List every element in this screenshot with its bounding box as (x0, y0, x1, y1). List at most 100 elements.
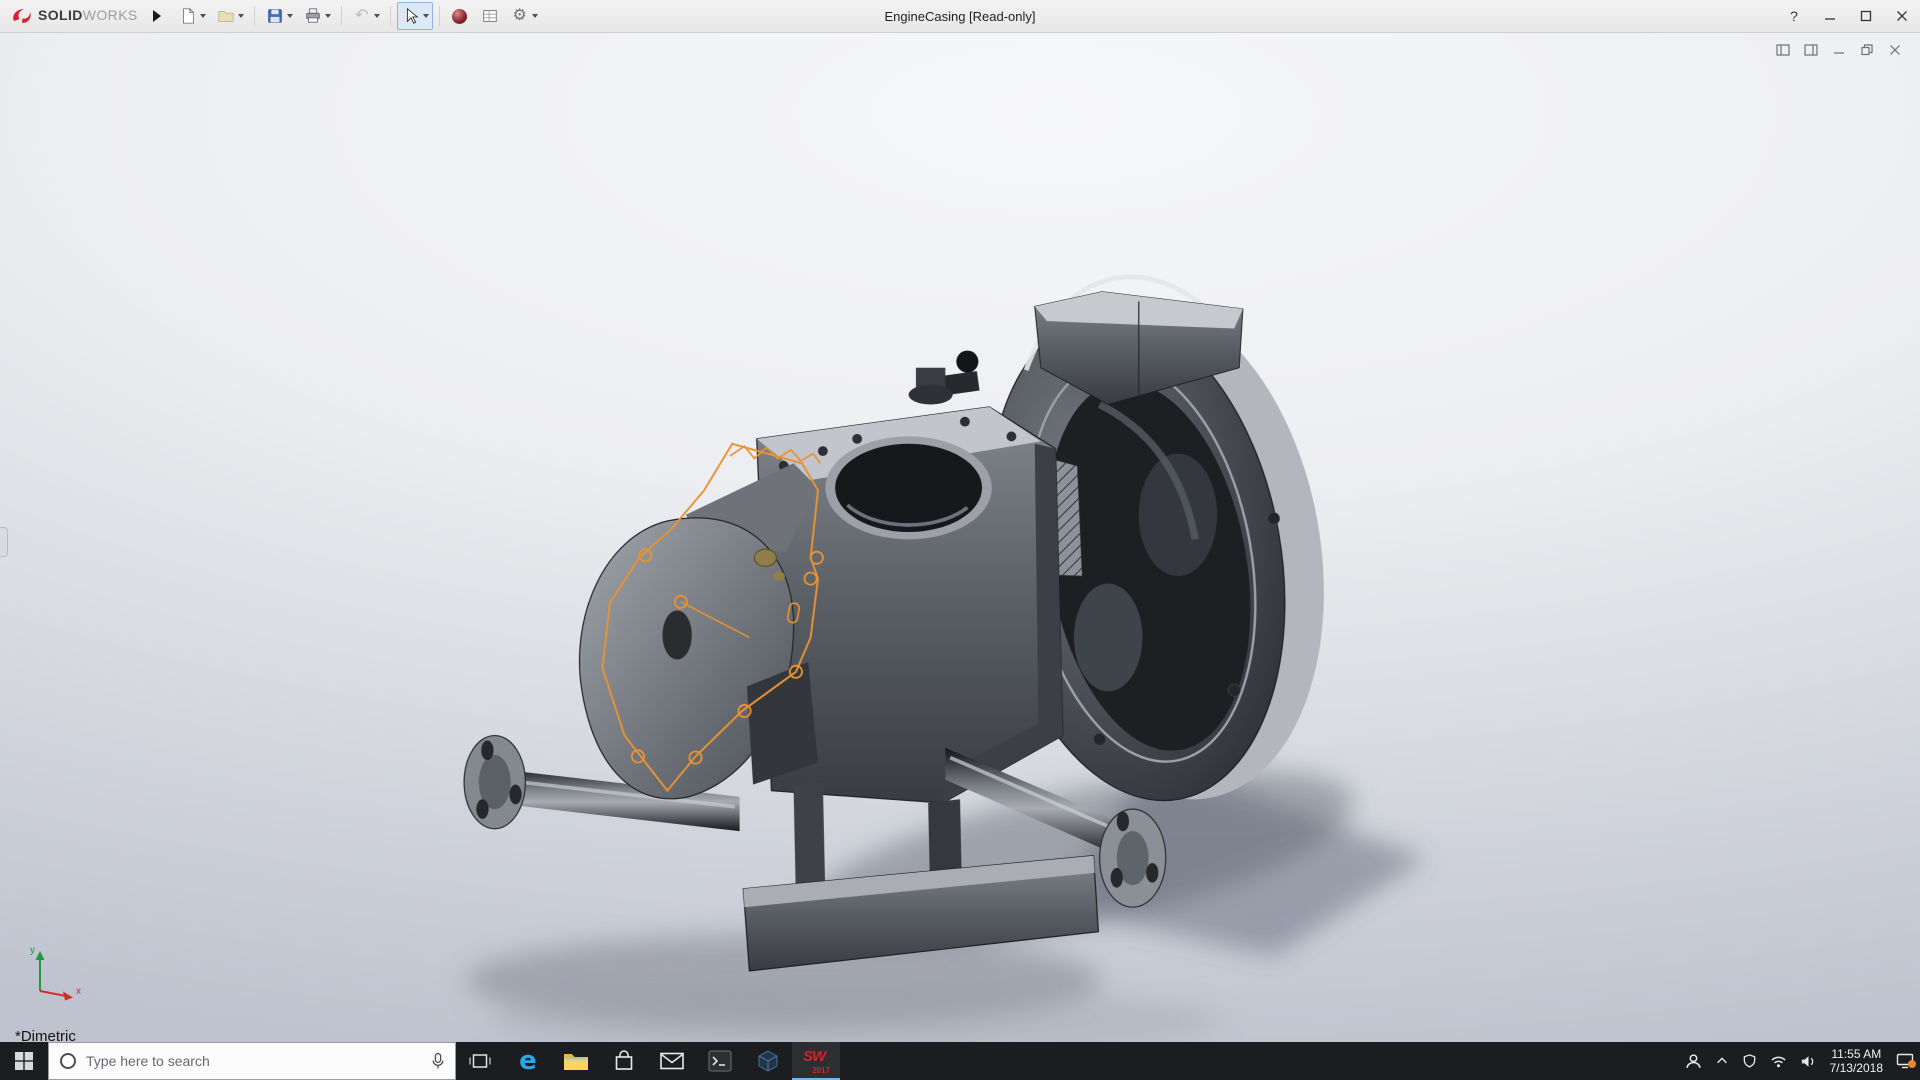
solidworks-2017-icon: SW 2017 (803, 1048, 830, 1075)
people-tray-button[interactable] (1685, 1053, 1702, 1070)
toolbar-separator (389, 6, 391, 26)
ds-swoosh-icon (13, 9, 31, 23)
toolbar-separator (253, 6, 255, 26)
network-tray-button[interactable] (1770, 1054, 1787, 1069)
print-button[interactable] (299, 2, 335, 30)
undo-icon: ↶ (354, 7, 369, 24)
tray-clock[interactable]: 11:55 AM 7/13/2018 (1830, 1047, 1883, 1075)
new-document-button[interactable] (174, 2, 210, 30)
select-cursor-icon (401, 6, 421, 26)
chevron-up-icon (1716, 1057, 1727, 1064)
dropdown-caret-icon (199, 14, 206, 18)
save-button[interactable] (261, 2, 297, 30)
close-button[interactable] (1884, 0, 1920, 32)
maximize-button[interactable] (1848, 0, 1884, 32)
undo-button[interactable]: ↶ (348, 2, 384, 30)
doc-minimize-icon (1834, 52, 1844, 54)
hidden-icons-button[interactable] (1715, 1054, 1729, 1068)
clock-date: 7/13/2018 (1829, 1061, 1883, 1075)
y-axis-arrowhead (35, 951, 45, 960)
command-prompt-icon (708, 1050, 732, 1072)
minimize-icon (1825, 18, 1835, 20)
task-view-icon (469, 1054, 491, 1068)
left-cover-plate[interactable] (578, 463, 818, 800)
dropdown-caret-icon (237, 14, 244, 18)
toolbar-separator (340, 6, 342, 26)
select-tool-button[interactable] (396, 2, 433, 30)
doc-close-icon (1890, 45, 1900, 55)
toolbar-flyout-button[interactable] (148, 5, 166, 27)
taskbar-app-edge[interactable]: e (504, 1042, 552, 1080)
document-title: EngineCasing [Read-only] (884, 8, 1036, 24)
speaker-icon (1801, 1055, 1813, 1067)
notification-badge (1908, 1060, 1916, 1068)
titlebar: SOLIDWORKS ↶ ⚙ EngineCasing [Read-only] … (0, 0, 1920, 33)
save-floppy-icon (265, 6, 285, 26)
task-view-button[interactable] (456, 1042, 504, 1080)
person-icon (1685, 1053, 1701, 1068)
dropdown-caret-icon (286, 14, 293, 18)
taskbar-app-file-explorer[interactable] (552, 1042, 600, 1080)
options-button[interactable]: ⚙ (506, 2, 542, 30)
taskpane-collapsed-handle[interactable] (0, 527, 8, 558)
new-document-icon (178, 6, 198, 26)
sheet-grid-icon (480, 6, 500, 26)
taskbar-app-edrawings[interactable] (744, 1042, 792, 1080)
edge-icon: e (519, 1046, 537, 1076)
x-axis-arrowhead (63, 991, 73, 1001)
graphics-viewport[interactable]: y x *Dimetric (0, 33, 1920, 1042)
toolbar-separator (438, 6, 440, 26)
appearances-button[interactable] (446, 2, 474, 30)
help-button[interactable]: ? (1776, 0, 1812, 32)
flyout-arrow-icon (152, 10, 161, 22)
maximize-icon (1860, 10, 1872, 22)
shield-icon (1743, 1054, 1755, 1068)
taskbar-app-mail[interactable] (648, 1042, 696, 1080)
windows-taskbar: e (0, 1042, 1920, 1080)
taskbar-search[interactable] (48, 1042, 456, 1080)
doc-restore-icon (1861, 44, 1873, 56)
security-tray-button[interactable] (1742, 1053, 1757, 1069)
pane-right-button[interactable] (1800, 41, 1822, 59)
open-folder-icon (216, 6, 236, 26)
taskbar-app-solidworks[interactable]: SW 2017 (792, 1042, 840, 1080)
triad-y-label: y (30, 945, 35, 956)
solidworks-logo: SOLIDWORKS (10, 7, 138, 25)
dropdown-caret-icon (324, 14, 331, 18)
taskbar-app-store[interactable] (600, 1042, 648, 1080)
start-button[interactable] (0, 1042, 48, 1080)
mail-envelope-icon (660, 1052, 684, 1070)
orientation-triad: y x (26, 941, 86, 1006)
document-window-controls (1772, 41, 1906, 59)
open-document-button[interactable] (212, 2, 248, 30)
notification-tray-button[interactable] (1896, 1053, 1916, 1069)
file-explorer-icon (564, 1054, 588, 1070)
appearance-sphere-icon (452, 8, 468, 24)
pane-right-icon (1804, 44, 1818, 56)
triad-x-label: x (76, 986, 81, 997)
doc-close-button[interactable] (1884, 41, 1906, 59)
store-bag-icon (615, 1050, 633, 1070)
wifi-icon (1771, 1056, 1786, 1067)
print-icon (303, 6, 323, 26)
windows-logo-icon (15, 1052, 33, 1070)
gear-icon: ⚙ (512, 7, 527, 24)
clock-time: 11:55 AM (1831, 1047, 1882, 1061)
search-input[interactable] (86, 1053, 422, 1069)
x-axis-arrow (39, 990, 67, 997)
close-icon (1897, 11, 1907, 21)
standard-toolbar: ↶ ⚙ (174, 2, 542, 30)
design-table-button[interactable] (476, 2, 504, 30)
engine-casing-model-canvas[interactable] (0, 33, 1920, 1042)
doc-minimize-button[interactable] (1828, 41, 1850, 59)
solidworks-app: SOLIDWORKS ↶ ⚙ EngineCasing [Read-only] … (0, 0, 1920, 1080)
taskbar-app-command-prompt[interactable] (696, 1042, 744, 1080)
dropdown-caret-icon (373, 14, 380, 18)
microphone-icon[interactable] (431, 1052, 445, 1070)
pane-left-button[interactable] (1772, 41, 1794, 59)
system-tray: 11:55 AM 7/13/2018 (1685, 1042, 1920, 1080)
minimize-button[interactable] (1812, 0, 1848, 32)
dropdown-caret-icon (422, 14, 429, 18)
doc-restore-button[interactable] (1856, 41, 1878, 59)
volume-tray-button[interactable] (1800, 1054, 1817, 1069)
